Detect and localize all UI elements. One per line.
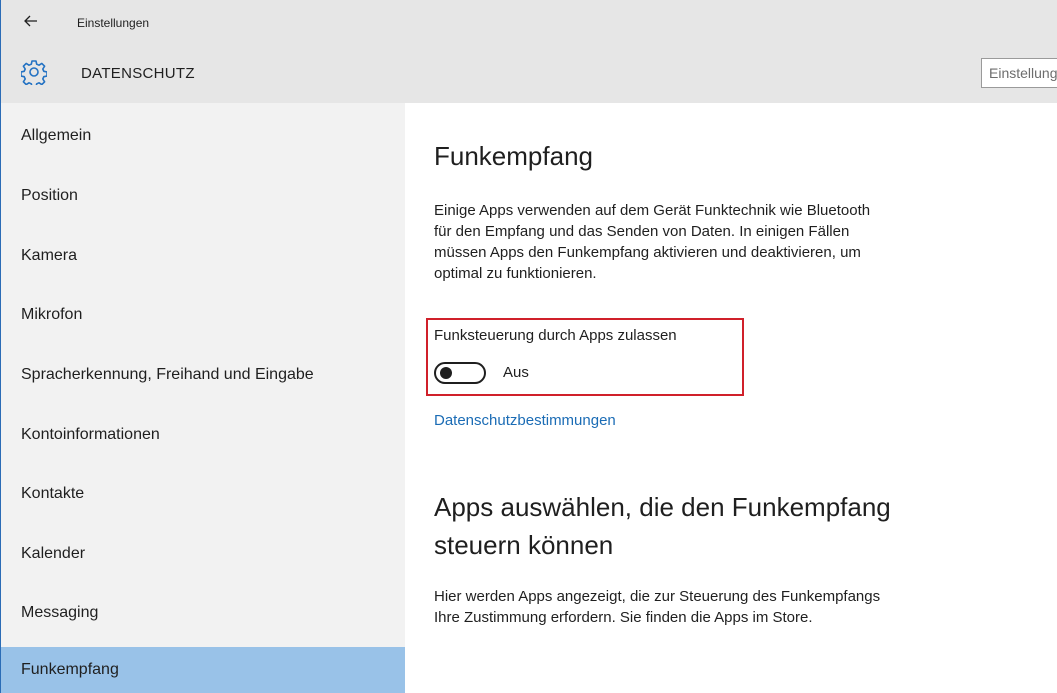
arrow-left-icon — [24, 15, 37, 27]
sidebar-item-position[interactable]: Position — [1, 173, 405, 219]
sidebar-item-kontakte[interactable]: Kontakte — [1, 471, 405, 517]
settings-window: Einstellungen DATENSCHUTZ Einstellung su… — [0, 0, 1057, 693]
sidebar-item-mikrofon[interactable]: Mikrofon — [1, 292, 405, 338]
sidebar-item-kontoinformationen[interactable]: Kontoinformationen — [1, 412, 405, 458]
description-line: Einige Apps verwenden auf dem Gerät Funk… — [434, 202, 871, 219]
info-line: Hier werden Apps angezeigt, die zur Steu… — [434, 588, 881, 605]
sidebar-item-messaging[interactable]: Messaging — [1, 590, 405, 636]
description-text: Einige Apps verwenden auf dem Gerät Funk… — [434, 200, 994, 284]
sidebar-item-kalender[interactable]: Kalender — [1, 531, 405, 577]
info-line: Ihre Zustimmung erfordern. Sie finden di… — [434, 609, 813, 626]
sidebar-item-allgemein[interactable]: Allgemein — [1, 113, 405, 159]
description-line: für den Empfang und das Senden von Daten… — [434, 223, 850, 240]
section-heading-line: Apps auswählen, die den Funkempfang — [434, 492, 891, 522]
sidebar-item-kamera[interactable]: Kamera — [1, 233, 405, 279]
sidebar-item-funkempfang[interactable]: Funkempfang — [1, 647, 405, 693]
section-heading-line: steuern können — [434, 530, 614, 560]
toggle-state-label: Aus — [503, 364, 529, 381]
header-bar: DATENSCHUTZ Einstellung suchen — [1, 48, 1057, 103]
search-input[interactable]: Einstellung suchen — [981, 58, 1057, 88]
description-line: optimal zu funktionieren. — [434, 265, 597, 282]
section-title: DATENSCHUTZ — [81, 65, 195, 82]
app-title: Einstellungen — [77, 16, 150, 30]
toggle-label: Funksteuerung durch Apps zulassen — [434, 327, 677, 344]
privacy-link[interactable]: Datenschutzbestimmungen — [434, 412, 616, 429]
info-text: Hier werden Apps angezeigt, die zur Steu… — [434, 586, 994, 628]
toggle-knob — [440, 367, 452, 379]
radio-control-toggle[interactable] — [434, 362, 486, 384]
main-content: Funkempfang Einige Apps verwenden auf de… — [405, 103, 1057, 693]
section-heading: Apps auswählen, die den Funkempfang steu… — [434, 488, 891, 564]
sidebar-item-spracherkennung[interactable]: Spracherkennung, Freihand und Eingabe — [1, 352, 405, 398]
description-line: müssen Apps den Funkempfang aktivieren u… — [434, 244, 861, 261]
sidebar: Allgemein Position Kamera Mikrofon Sprac… — [1, 103, 405, 693]
page-title: Funkempfang — [434, 141, 593, 171]
gear-icon — [21, 60, 47, 85]
title-bar: Einstellungen — [1, 0, 1057, 48]
back-button[interactable] — [19, 9, 43, 33]
